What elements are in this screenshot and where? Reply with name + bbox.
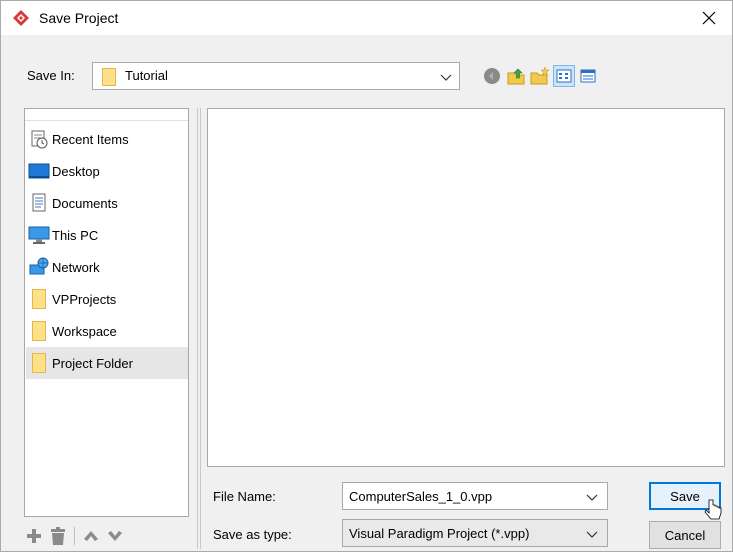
file-name-field[interactable]: ComputerSales_1_0.vpp bbox=[342, 482, 608, 510]
cancel-button[interactable]: Cancel bbox=[649, 521, 721, 549]
place-item-workspace[interactable]: Workspace bbox=[26, 315, 188, 347]
this-pc-icon bbox=[28, 224, 50, 246]
title-bar: Save Project bbox=[1, 1, 732, 35]
place-item-documents[interactable]: Documents bbox=[26, 187, 188, 219]
recent-items-icon bbox=[28, 128, 50, 150]
place-item-this-pc[interactable]: This PC bbox=[26, 219, 188, 251]
chevron-down-icon bbox=[108, 531, 122, 541]
trash-icon bbox=[51, 527, 65, 545]
up-folder-icon bbox=[507, 68, 525, 85]
desktop-icon bbox=[28, 160, 50, 182]
back-button[interactable] bbox=[481, 65, 503, 87]
folder-icon bbox=[28, 352, 50, 374]
visual-paradigm-logo-icon bbox=[13, 10, 29, 26]
list-view-icon bbox=[556, 69, 572, 83]
save-in-label: Save In: bbox=[27, 68, 75, 83]
place-item-label: Documents bbox=[52, 195, 118, 211]
plus-icon bbox=[27, 529, 41, 543]
file-list[interactable] bbox=[207, 108, 725, 467]
network-icon bbox=[28, 256, 50, 278]
details-view-icon bbox=[580, 69, 596, 83]
chevron-down-icon bbox=[586, 531, 598, 538]
close-button[interactable] bbox=[686, 1, 732, 35]
place-item-label: Desktop bbox=[52, 163, 100, 179]
save-in-value: Tutorial bbox=[123, 68, 170, 83]
save-as-type-value: Visual Paradigm Project (*.vpp) bbox=[349, 526, 530, 541]
navigation-toolbar bbox=[481, 64, 599, 88]
place-item-network[interactable]: Network bbox=[26, 251, 188, 283]
save-button[interactable]: Save bbox=[649, 482, 721, 510]
place-item-label: Workspace bbox=[52, 323, 117, 339]
list-view-button[interactable] bbox=[553, 65, 575, 87]
close-icon bbox=[702, 11, 716, 25]
places-header bbox=[25, 109, 188, 121]
documents-icon bbox=[28, 192, 50, 214]
details-view-button[interactable] bbox=[577, 65, 599, 87]
folder-icon bbox=[102, 68, 116, 86]
save-in-dropdown[interactable]: Tutorial bbox=[92, 62, 460, 90]
folder-icon bbox=[28, 320, 50, 342]
chevron-up-icon bbox=[84, 531, 98, 541]
new-folder-button[interactable] bbox=[529, 65, 551, 87]
up-one-level-button[interactable] bbox=[505, 65, 527, 87]
save-project-dialog: Save Project Save In: Tutorial Recent It… bbox=[0, 0, 733, 552]
place-item-recent-items[interactable]: Recent Items bbox=[26, 123, 188, 155]
chevron-down-icon bbox=[440, 74, 452, 81]
place-item-vpprojects[interactable]: VPProjects bbox=[26, 283, 188, 315]
back-icon bbox=[484, 68, 500, 84]
place-item-label: VPProjects bbox=[52, 291, 117, 307]
save-as-type-dropdown[interactable]: Visual Paradigm Project (*.vpp) bbox=[342, 519, 608, 547]
place-item-label: Project Folder bbox=[52, 355, 133, 371]
add-place-button[interactable] bbox=[24, 526, 44, 546]
remove-place-button[interactable] bbox=[48, 526, 68, 546]
place-item-label: This PC bbox=[52, 227, 99, 243]
save-as-type-label: Save as type: bbox=[213, 527, 292, 542]
move-down-button[interactable] bbox=[105, 526, 125, 546]
place-item-desktop[interactable]: Desktop bbox=[26, 155, 188, 187]
place-item-project-folder[interactable]: Project Folder bbox=[26, 347, 188, 379]
window-title: Save Project bbox=[39, 10, 119, 26]
places-panel: Recent Items Desktop Documents This PC N… bbox=[24, 108, 189, 517]
chevron-down-icon bbox=[586, 494, 598, 501]
move-up-button[interactable] bbox=[81, 526, 101, 546]
file-name-value: ComputerSales_1_0.vpp bbox=[349, 489, 493, 504]
places-toolbar bbox=[24, 523, 125, 549]
place-item-label: Recent Items bbox=[52, 131, 129, 147]
new-folder-icon bbox=[530, 66, 550, 85]
toolbar-separator bbox=[74, 527, 75, 545]
file-name-label: File Name: bbox=[213, 489, 276, 504]
folder-icon bbox=[28, 288, 50, 310]
place-item-label: Network bbox=[52, 259, 100, 275]
panel-splitter[interactable] bbox=[197, 108, 201, 549]
